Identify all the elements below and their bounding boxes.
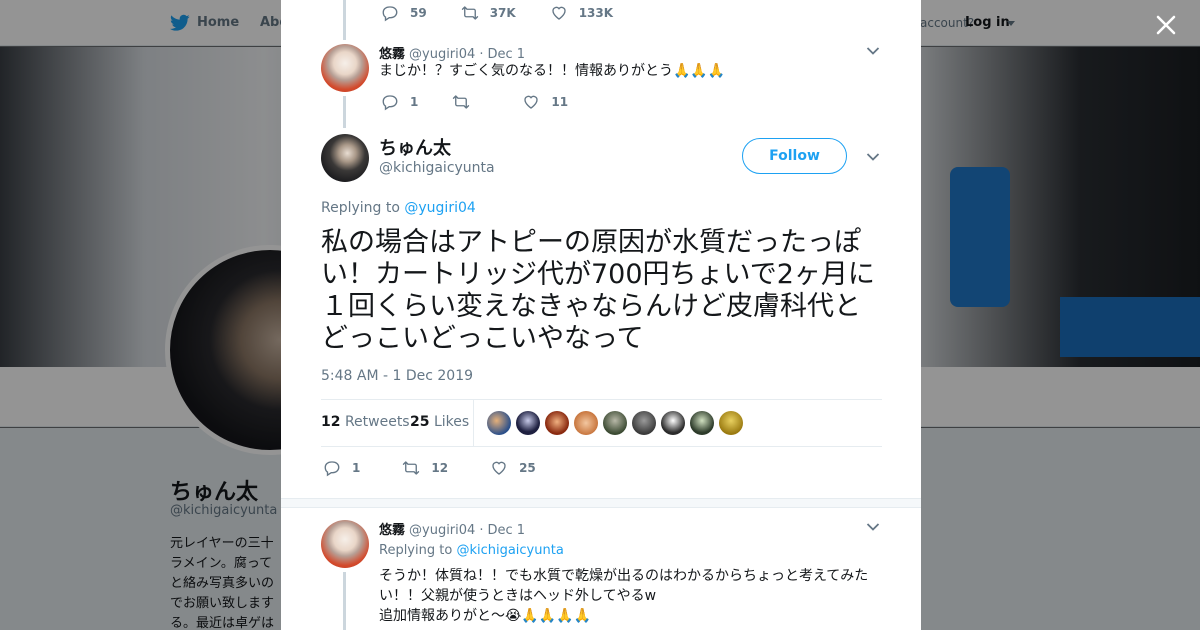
retweet-icon (403, 461, 420, 475)
reply-icon (382, 95, 398, 111)
avatar[interactable] (321, 44, 369, 92)
tweet-text-line: そうか！体質ね！！でも水質で乾燥が出るのはわかるからちょっと考えてみた (379, 568, 869, 584)
tweet-header: 悠霧 @yugiri04 · Dec 1 (379, 43, 525, 62)
like-action[interactable]: 25 (490, 459, 536, 477)
liker-avatar[interactable] (661, 411, 685, 435)
reply-count: 1 (410, 95, 419, 109)
heart-icon (552, 6, 566, 20)
tweet-text-line: い！！父親が使うときはヘッド外してやるw (379, 588, 657, 604)
thread-connector (343, 96, 346, 128)
tweet-stats: 12 Retweets 25 Likes (321, 399, 882, 447)
tweet-text: 私の場合はアトピーの原因が水質だったっぽい！カートリッジ代が700円ちょいで2ヶ… (321, 227, 875, 354)
replying-to-label: Replying to (379, 543, 453, 558)
like-action[interactable]: 133K (550, 4, 613, 22)
tweet-permalink-modal: 59 37K 133K 悠霧 @yugiri04 · Dec 1 まじか！？すごく気の… (281, 0, 921, 630)
author-name[interactable]: 悠霧 (379, 523, 405, 538)
close-icon[interactable] (1152, 11, 1180, 39)
author-name[interactable]: ちゅん太 (379, 134, 451, 160)
section-divider (281, 498, 921, 508)
retweets-stat[interactable]: 12 Retweets (321, 414, 410, 430)
avatar[interactable] (321, 520, 369, 568)
liker-avatars (487, 411, 748, 435)
like-count: 11 (551, 95, 569, 109)
chevron-down-icon[interactable] (866, 522, 880, 532)
reply-action[interactable]: 59 (381, 4, 427, 22)
reply-action[interactable]: 1 (323, 459, 360, 477)
tweet-timestamp[interactable]: 5:48 AM - 1 Dec 2019 (321, 368, 473, 384)
author-name[interactable]: 悠霧 (379, 47, 405, 62)
liker-avatar[interactable] (632, 411, 656, 435)
reply-count: 1 (352, 461, 361, 475)
heart-icon (492, 461, 506, 475)
retweet-icon (453, 95, 470, 109)
like-action[interactable]: 11 (522, 93, 568, 111)
author-handle[interactable]: @yugiri04 (409, 523, 475, 538)
replying-to-label: Replying to (321, 200, 400, 216)
replying-to: Replying to @kichigaicyunta (379, 543, 564, 558)
like-count: 25 (519, 461, 536, 475)
retweet-action[interactable]: 12 (402, 459, 448, 477)
likes-count: 25 (410, 414, 430, 430)
avatar[interactable] (321, 134, 369, 182)
liker-avatar[interactable] (487, 411, 511, 435)
tweet-actions: 1 12 25 (323, 459, 570, 477)
tweet-text: そうか！体質ね！！でも水質で乾燥が出るのはわかるからちょっと考えてみた い！！父… (379, 566, 889, 626)
reply-action[interactable]: 1 (381, 93, 418, 111)
likes-label: Likes (433, 414, 470, 430)
liker-avatar[interactable] (545, 411, 569, 435)
retweets-label: Retweets (344, 414, 410, 430)
reply-count: 59 (410, 6, 427, 20)
separator-dot: · (479, 523, 484, 538)
liker-avatar[interactable] (690, 411, 714, 435)
stats-divider (473, 400, 474, 446)
tweet-header: 悠霧 @yugiri04 · Dec 1 (379, 519, 525, 538)
liker-avatar[interactable] (516, 411, 540, 435)
author-handle[interactable]: @kichigaicyunta (379, 160, 495, 176)
tweet-date[interactable]: Dec 1 (487, 523, 525, 538)
follow-button[interactable]: Follow (742, 138, 847, 174)
retweet-icon (461, 6, 478, 20)
chevron-down-icon[interactable] (866, 46, 880, 56)
liker-avatar[interactable] (603, 411, 627, 435)
retweets-count: 12 (321, 414, 341, 430)
tweet-text: まじか！？すごく気のなる！！情報ありがとう🙏🙏🙏 (379, 63, 726, 79)
liker-avatar[interactable] (719, 411, 743, 435)
separator-dot: · (479, 47, 484, 62)
author-handle[interactable]: @yugiri04 (409, 47, 475, 62)
reply-icon (324, 461, 340, 477)
heart-icon (524, 95, 539, 109)
retweet-action[interactable] (452, 93, 470, 111)
reply-icon (382, 6, 398, 22)
tweet-date[interactable]: Dec 1 (487, 47, 525, 62)
liker-avatar[interactable] (574, 411, 598, 435)
replying-to-link[interactable]: @kichigaicyunta (456, 543, 563, 558)
tweet-actions: 1 11 (381, 93, 602, 111)
retweet-count: 12 (431, 461, 449, 475)
thread-connector (343, 0, 346, 40)
retweet-action[interactable]: 37K (461, 4, 516, 22)
likes-stat[interactable]: 25 Likes (410, 414, 469, 430)
replying-to: Replying to @yugiri04 (321, 200, 476, 216)
replying-to-link[interactable]: @yugiri04 (404, 200, 475, 216)
tweet-actions: 59 37K 133K (381, 4, 647, 22)
tweet-text-line: 追加情報ありがと〜😭🙏🙏🙏🙏 (379, 608, 592, 624)
like-count: 133K (578, 6, 614, 20)
chevron-down-icon[interactable] (866, 152, 880, 162)
retweet-count: 37K (489, 6, 516, 20)
thread-connector (343, 572, 346, 630)
